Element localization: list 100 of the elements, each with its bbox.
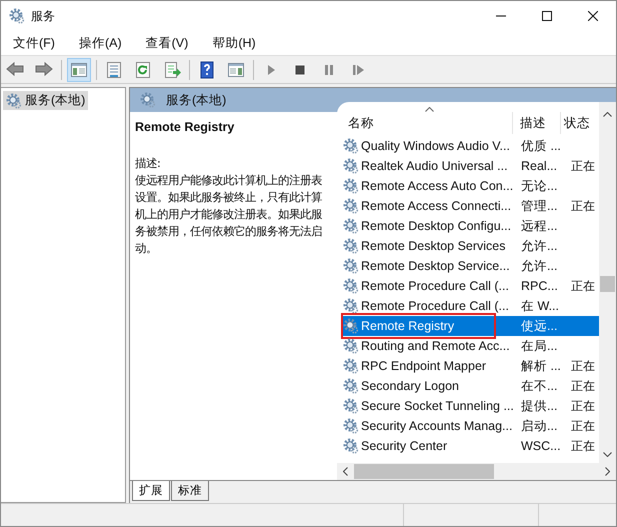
list-row[interactable]: Secure Socket Tunneling ... 提供... 正在 xyxy=(341,396,599,416)
scroll-right-icon[interactable] xyxy=(605,467,610,476)
gear-icon xyxy=(343,198,359,214)
column-header[interactable]: 状态 xyxy=(561,112,593,134)
service-name: Remote Registry xyxy=(135,120,236,134)
properties-icon xyxy=(105,60,123,78)
horizontal-scrollbar[interactable] xyxy=(337,463,616,480)
gear-icon xyxy=(6,92,22,108)
status-cell-text: 正在 xyxy=(570,198,596,214)
status-cell-text: 正在 xyxy=(570,398,596,414)
service-name-cell: Remote Access Connecti... xyxy=(361,199,512,213)
description-cell-text: WSC... xyxy=(520,439,562,453)
scroll-thumb[interactable] xyxy=(354,464,494,479)
gear-icon xyxy=(343,438,359,454)
gear-icon xyxy=(343,298,359,314)
status-cell-text: 正在 xyxy=(570,158,596,174)
service-name-cell: Secondary Logon xyxy=(361,379,459,393)
panel-title: 服务(本地) xyxy=(166,92,226,108)
description-cell-text: 允许... xyxy=(520,258,558,274)
list-row[interactable]: Routing and Remote Acc... 在局... xyxy=(341,336,599,356)
service-name-cell: Routing and Remote Acc... xyxy=(361,339,510,353)
menu-item[interactable]: 文件(F) xyxy=(5,34,63,52)
list-row[interactable]: Security Accounts Manag... 启动... 正在 xyxy=(341,416,599,436)
service-name-cell: Remote Registry xyxy=(361,319,454,333)
scroll-left-icon[interactable] xyxy=(343,467,348,476)
service-name-cell: Secure Socket Tunneling ... xyxy=(361,399,514,413)
gear-icon xyxy=(343,178,359,194)
view-tab[interactable]: 扩展 xyxy=(132,481,170,501)
description-cell-text: 使远... xyxy=(520,318,558,334)
gear-icon xyxy=(343,238,359,254)
list-row[interactable]: Quality Windows Audio V... 优质 ... xyxy=(341,136,599,156)
console-tree-icon xyxy=(70,60,88,78)
description-cell-text: 远程... xyxy=(520,218,558,234)
list-row[interactable]: Realtek Audio Universal ... Real... 正在 xyxy=(341,156,599,176)
tree-item[interactable]: 服务(本地) xyxy=(3,91,88,110)
export-list-icon xyxy=(163,60,181,78)
description-cell-text: 无论... xyxy=(520,178,558,194)
window-title: 服务 xyxy=(31,8,55,24)
list-row[interactable]: Remote Procedure Call (... 在 W... xyxy=(341,296,599,316)
description-cell-text: 允许... xyxy=(520,238,558,254)
status-cell-text: 正在 xyxy=(570,438,596,454)
gear-icon xyxy=(343,418,359,434)
description-cell-text: 优质 ... xyxy=(520,138,562,154)
close-icon xyxy=(588,11,598,21)
column-header[interactable]: 描述 xyxy=(513,112,561,134)
gear-icon xyxy=(343,158,359,174)
console-tree-button[interactable] xyxy=(67,58,91,82)
gear-icon xyxy=(343,138,359,154)
view-tab[interactable]: 标准 xyxy=(171,481,209,501)
status-cell-text: 正在 xyxy=(570,378,596,394)
menu-item[interactable]: 查看(V) xyxy=(138,34,196,52)
service-name-cell: Quality Windows Audio V... xyxy=(361,139,510,153)
gear-icon xyxy=(343,258,359,274)
description-cell-text: Real... xyxy=(520,159,558,173)
list-row[interactable]: Remote Desktop Configu... 远程... xyxy=(341,216,599,236)
list-row[interactable]: Remote Desktop Services 允许... xyxy=(341,236,599,256)
menu-item[interactable]: 帮助(H) xyxy=(204,34,264,52)
column-header[interactable]: 名称 xyxy=(341,112,513,134)
back-arrow-icon xyxy=(6,60,24,78)
description-label: 描述: xyxy=(135,156,162,172)
scroll-up-icon[interactable] xyxy=(603,112,612,117)
gear-icon xyxy=(343,278,359,294)
menu-item[interactable]: 操作(A) xyxy=(70,34,130,52)
service-name-cell: Realtek Audio Universal ... xyxy=(361,159,508,173)
description-cell-text: 解析 ... xyxy=(520,358,562,374)
service-name-cell: Remote Desktop Configu... xyxy=(361,219,512,233)
vertical-scrollbar[interactable] xyxy=(599,102,616,463)
description-cell-text: RPC... xyxy=(520,279,559,293)
list-row[interactable]: Remote Access Auto Con... 无论... xyxy=(341,176,599,196)
list-row[interactable]: RPC Endpoint Mapper 解析 ... 正在 xyxy=(341,356,599,376)
gear-icon xyxy=(140,92,156,108)
description-text: 使远程用户能修改此计算机上的注册表设置。如果此服务被终止，只有此计算机上的用户才能修改注册表。如果此服务被禁用，任何依赖它的服务将无法启动。 xyxy=(135,173,323,257)
gear-icon xyxy=(343,398,359,414)
status-cell-text: 正在 xyxy=(570,358,596,374)
scroll-thumb[interactable] xyxy=(600,276,615,292)
service-name-cell: Remote Procedure Call (... xyxy=(361,299,509,313)
action-pane-icon xyxy=(227,60,245,78)
description-cell-text: 启动... xyxy=(520,418,558,434)
refresh-icon xyxy=(134,60,152,78)
status-cell-text: 正在 xyxy=(570,278,596,294)
list-row[interactable]: Secondary Logon 在不... 正在 xyxy=(341,376,599,396)
list-row[interactable]: Remote Access Connecti... 管理... 正在 xyxy=(341,196,599,216)
description-cell-text: 在 W... xyxy=(520,298,560,314)
gear-icon xyxy=(343,318,359,334)
list-row[interactable]: Remote Procedure Call (... RPC... 正在 xyxy=(341,276,599,296)
selected-row[interactable]: Remote Registry 使远... xyxy=(341,316,599,336)
service-name-cell: Remote Desktop Service... xyxy=(361,259,510,273)
maximize-icon xyxy=(542,11,552,21)
scroll-down-icon[interactable] xyxy=(603,452,612,457)
description-cell-text: 管理... xyxy=(520,198,558,214)
list-row[interactable]: Security Center WSC... 正在 xyxy=(341,436,599,456)
service-name-cell: Remote Procedure Call (... xyxy=(361,279,509,293)
gear-icon xyxy=(343,358,359,374)
forward-arrow-icon xyxy=(35,60,53,78)
service-name-cell: Remote Desktop Services xyxy=(361,239,506,253)
help-icon xyxy=(198,60,216,78)
service-name-cell: Remote Access Auto Con... xyxy=(361,179,514,193)
status-cell-text: 正在 xyxy=(570,418,596,434)
list-row[interactable]: Remote Desktop Service... 允许... xyxy=(341,256,599,276)
gear-icon xyxy=(343,218,359,234)
